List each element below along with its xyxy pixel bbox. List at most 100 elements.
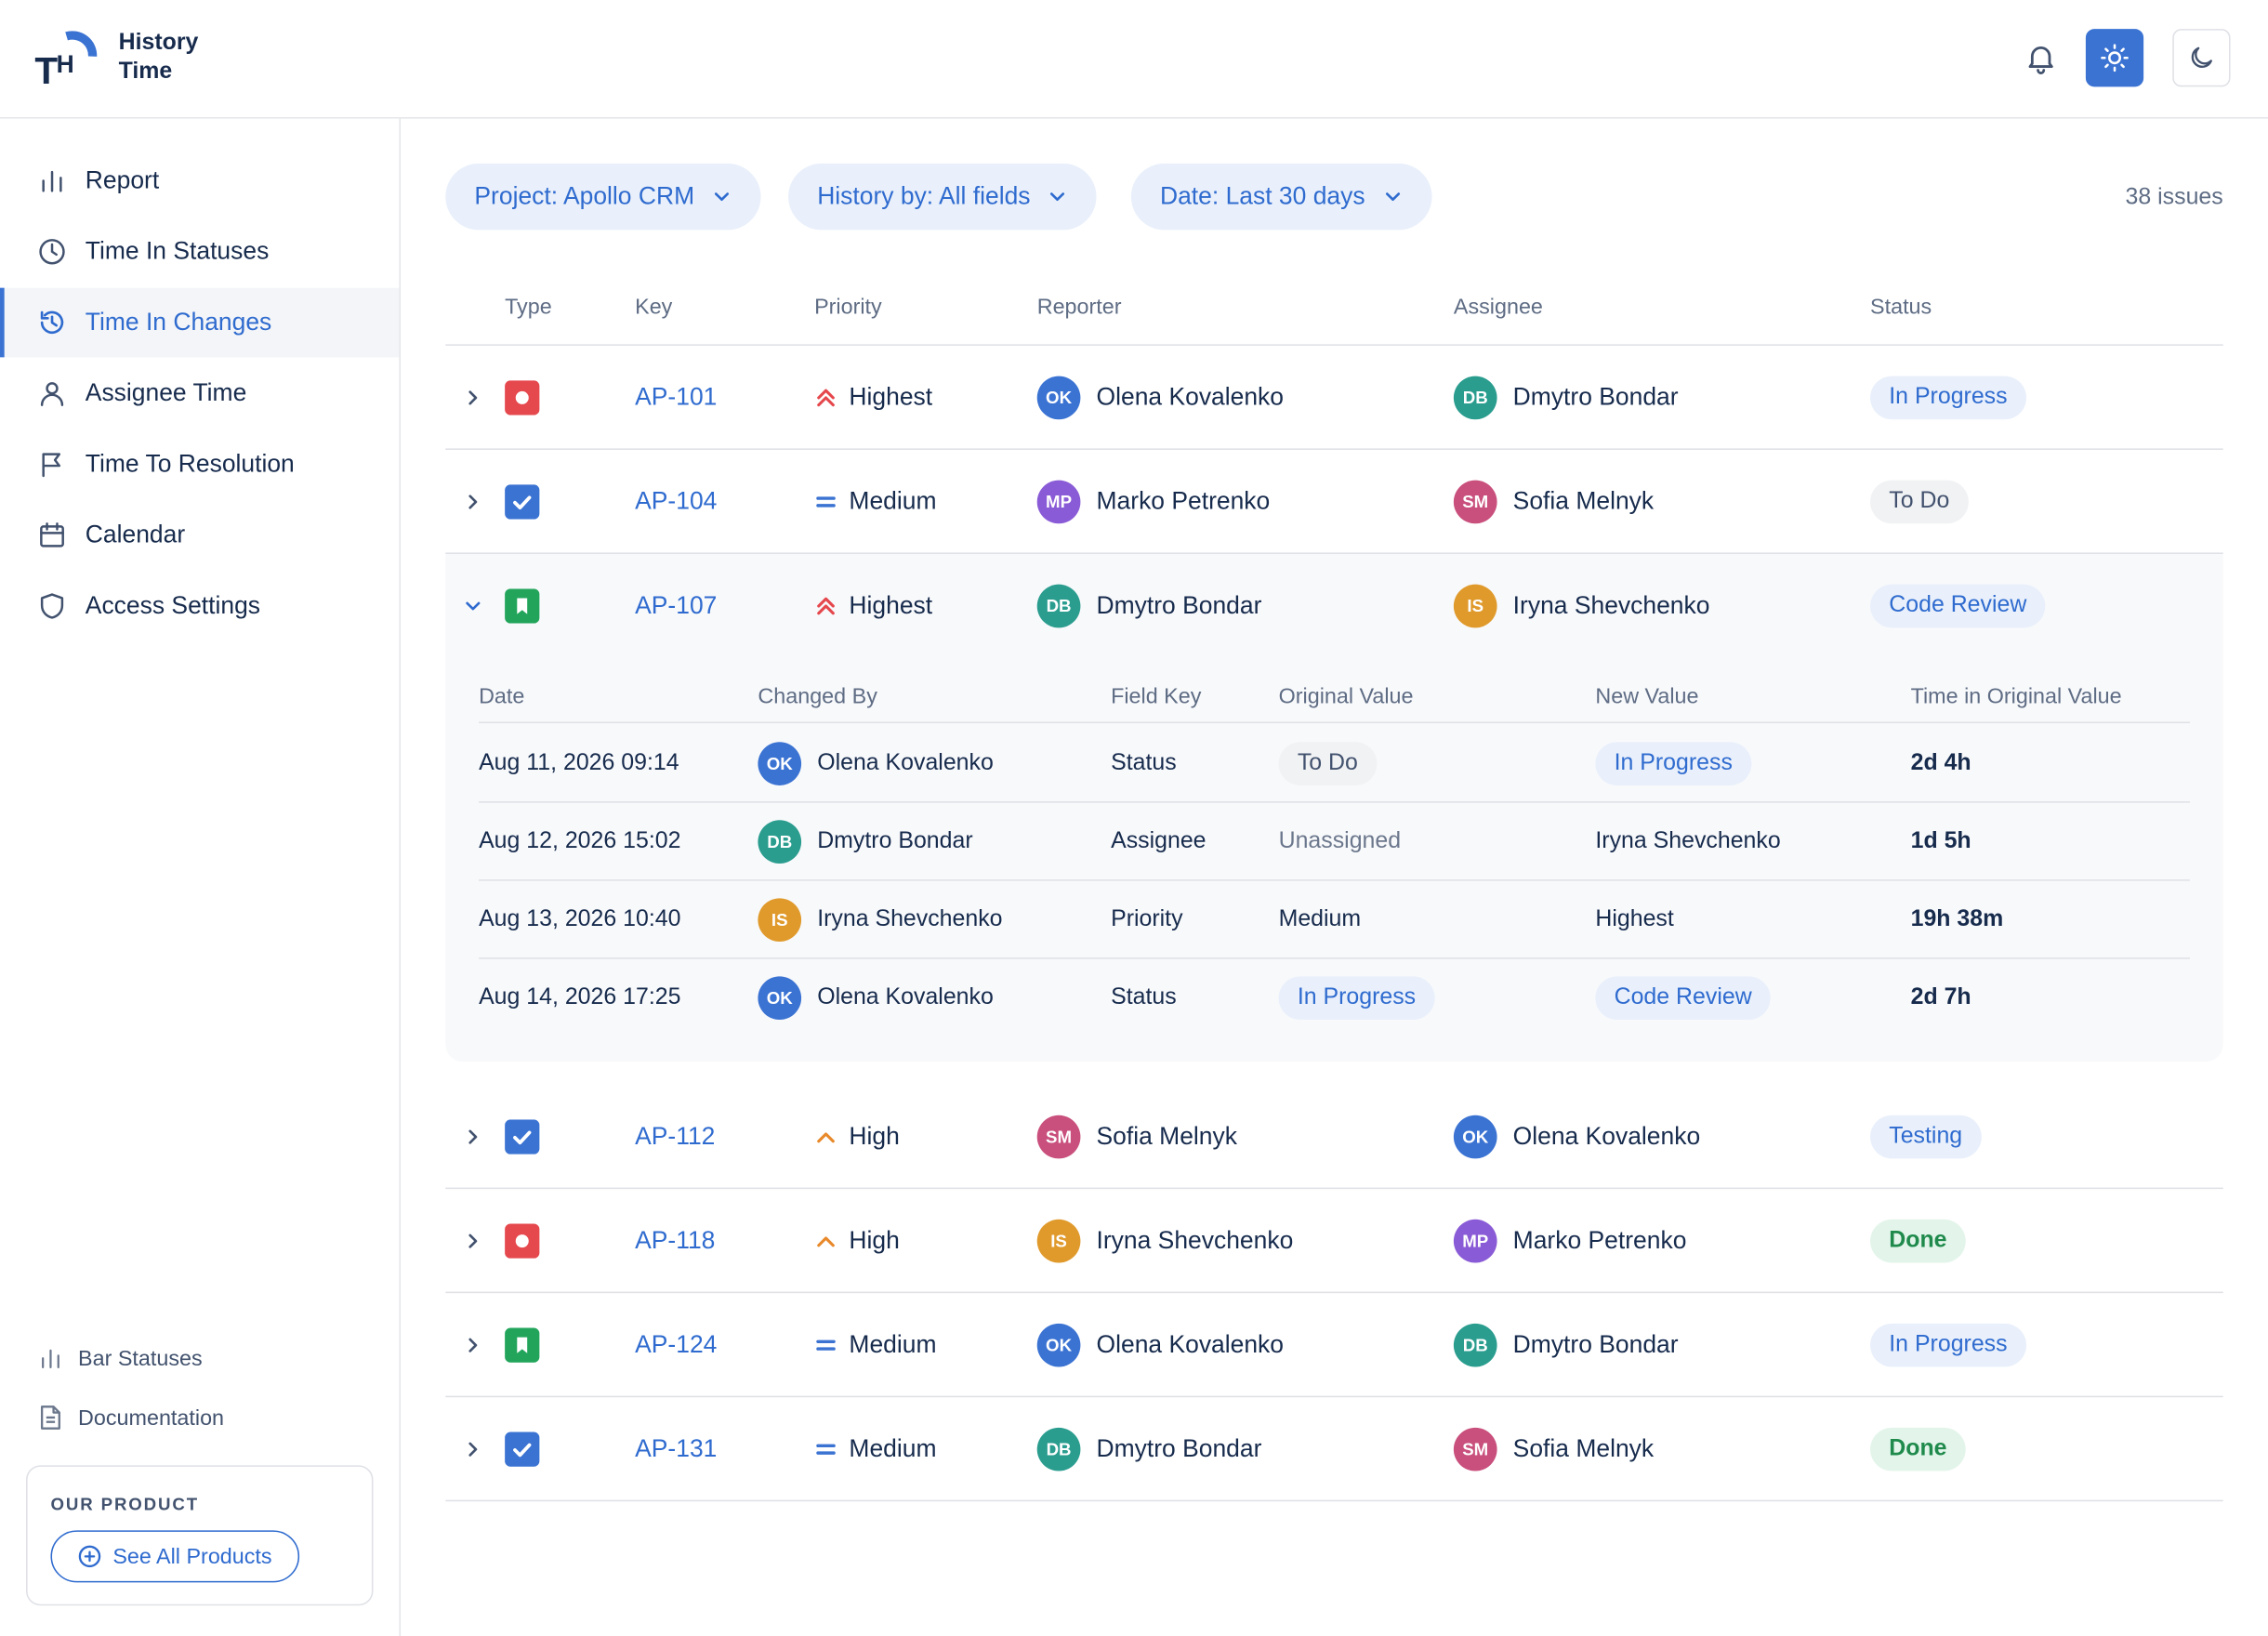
chevron-right-icon[interactable] [463, 450, 486, 554]
column-header-status[interactable]: Status [1870, 295, 1932, 319]
sidebar-item-time-in-changes[interactable]: Time In Changes [0, 287, 400, 358]
sidebar-item-assignee-time[interactable]: Assignee Time [0, 359, 399, 429]
sidebar-item-documentation[interactable]: Documentation [37, 1405, 224, 1431]
reporter-cell: DB Dmytro Bondar [1036, 1397, 1262, 1501]
priority-label: Medium [849, 487, 937, 515]
history-table-header: Date Changed By Field Key Original Value… [479, 669, 2190, 724]
reporter-name: Marko Petrenko [1096, 487, 1271, 515]
column-header-assignee[interactable]: Assignee [1454, 295, 1543, 319]
sidebar-item-time-to-resolution[interactable]: Time To Resolution [0, 429, 399, 499]
chevron-right-icon[interactable] [463, 1293, 486, 1397]
avatar: MP [1036, 480, 1081, 524]
table-row[interactable]: AP-131 Medium DB Dmytro Bondar SM Sofia Me… [445, 1397, 2223, 1502]
sidebar-item-access-settings[interactable]: Access Settings [0, 572, 399, 641]
dark-theme-button[interactable] [2172, 29, 2231, 87]
status-badge: In Progress [1870, 376, 2026, 420]
chevron-down-icon[interactable] [463, 554, 483, 658]
our-product-card: OUR PRODUCT See All Products [26, 1465, 374, 1606]
project-filter[interactable]: Project: Apollo CRM [445, 163, 761, 231]
issue-key-link[interactable]: AP-101 [635, 346, 717, 450]
original-value-cell: In Progress [1278, 959, 1435, 1037]
avatar: DB [758, 820, 802, 864]
column-header-key[interactable]: Key [635, 295, 672, 319]
sidebar-item-label: Bar Statuses [78, 1345, 203, 1371]
reporter-name: Sofia Melnyk [1096, 1122, 1237, 1151]
issue-key-link[interactable]: AP-112 [635, 1085, 715, 1189]
svg-text:T: T [34, 49, 58, 92]
issue-key-link[interactable]: AP-131 [635, 1397, 717, 1501]
table-row[interactable]: AP-107 Highest DB Dmytro Bondar IS Iryna S… [445, 554, 2222, 658]
avatar: SM [1453, 1427, 1497, 1471]
history-column-field-key: Field Key [1111, 684, 1202, 709]
assignee-name: Iryna Shevchenko [1512, 591, 1710, 620]
brand-line-1: History [118, 30, 199, 56]
reporter-name: Olena Kovalenko [1096, 1330, 1285, 1359]
status-cell: To Do [1870, 450, 1969, 554]
status-badge: In Progress [1278, 976, 1435, 1021]
assignee-cell: DB Dmytro Bondar [1453, 346, 1679, 450]
light-theme-button[interactable] [2085, 29, 2144, 87]
assignee-name: Sofia Melnyk [1512, 487, 1655, 515]
priority-label: High [849, 1122, 900, 1151]
see-all-products-button[interactable]: See All Products [50, 1530, 300, 1583]
chevron-right-icon[interactable] [463, 1397, 486, 1501]
status-badge: Code Review [1870, 584, 2046, 628]
status-badge: In Progress [1870, 1323, 2026, 1367]
priority-label: Highest [849, 591, 933, 620]
table-row[interactable]: AP-124 Medium OK Olena Kovalenko DB Dmytro… [445, 1293, 2223, 1398]
svg-text:H: H [57, 50, 74, 78]
sidebar-item-report[interactable]: Report [0, 146, 399, 216]
table-row[interactable]: AP-112 High SM Sofia Melnyk OK Olena Koval… [445, 1085, 2223, 1190]
table-row[interactable]: AP-101 Highest OK Olena Kovalenko DB Dmytr… [445, 346, 2223, 450]
assignee-name: Dmytro Bondar [1512, 383, 1679, 411]
issue-key-link[interactable]: AP-118 [635, 1189, 715, 1293]
brand-name: History Time [119, 29, 199, 86]
column-header-priority[interactable]: Priority [814, 295, 882, 319]
original-value-cell: To Do [1278, 725, 1378, 803]
status-cell: In Progress [1870, 1293, 2026, 1397]
avatar: OK [1036, 376, 1081, 420]
column-header-reporter[interactable]: Reporter [1037, 295, 1122, 319]
column-header-type[interactable]: Type [505, 295, 552, 319]
priority-cell: High [814, 1085, 900, 1189]
history-by-filter[interactable]: History by: All fields [788, 163, 1098, 231]
date-filter[interactable]: Date: Last 30 days [1130, 163, 1432, 231]
sidebar-item-label: Assignee Time [85, 378, 247, 407]
time-in-original: 2d 7h [1910, 984, 1971, 1010]
avatar: SM [1036, 1115, 1081, 1159]
table-row[interactable]: AP-104 Medium MP Marko Petrenko SM Sofia M… [445, 450, 2223, 554]
issue-key-link[interactable]: AP-107 [635, 554, 717, 658]
issue-key-link[interactable]: AP-124 [635, 1293, 717, 1397]
table-row[interactable]: AP-118 High IS Iryna Shevchenko MP Marko P… [445, 1189, 2223, 1294]
sidebar-item-calendar[interactable]: Calendar [0, 500, 399, 570]
avatar: DB [1036, 584, 1081, 628]
sidebar-item-label: Time In Changes [85, 308, 272, 336]
chevron-right-icon[interactable] [463, 1085, 486, 1189]
issue-key-link[interactable]: AP-104 [635, 450, 717, 554]
change-date: Aug 13, 2026 10:40 [479, 906, 681, 932]
priority-highest-icon [814, 595, 837, 618]
sidebar-item-label: Time In Statuses [85, 237, 270, 265]
reporter-cell: DB Dmytro Bondar [1036, 554, 1261, 658]
shield-icon [37, 591, 66, 620]
issues-count: 38 issues [2125, 185, 2223, 210]
history-filter-label: History by: All fields [817, 182, 1031, 210]
reporter-name: Dmytro Bondar [1096, 1434, 1262, 1463]
bell-icon [2028, 46, 2053, 74]
calendar-icon [37, 521, 66, 549]
sidebar-item-time-in-statuses[interactable]: Time In Statuses [0, 217, 399, 286]
priority-cell: Medium [814, 1397, 937, 1501]
assignee-cell: DB Dmytro Bondar [1453, 1293, 1679, 1397]
logo[interactable]: T H History Time [34, 23, 198, 93]
flag-icon [37, 450, 66, 479]
project-filter-label: Project: Apollo CRM [474, 182, 695, 210]
sidebar-item-bar-statuses[interactable]: Bar Statuses [37, 1345, 203, 1371]
priority-label: Medium [849, 1330, 937, 1359]
notifications-button[interactable] [2012, 29, 2070, 86]
avatar: OK [1453, 1115, 1497, 1159]
chevron-right-icon[interactable] [463, 1189, 486, 1293]
status-cell: Done [1870, 1189, 1966, 1293]
status-cell: In Progress [1870, 346, 2026, 450]
chevron-right-icon[interactable] [463, 346, 486, 450]
status-badge: Code Review [1595, 976, 1771, 1021]
